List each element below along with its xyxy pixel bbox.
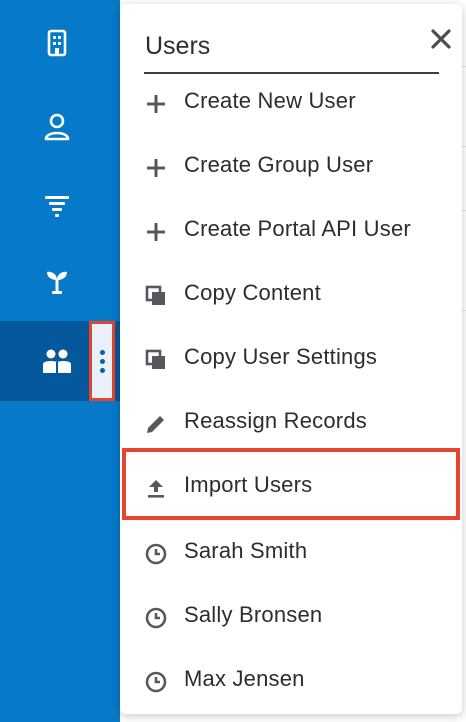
plus-icon bbox=[147, 223, 165, 241]
clock-icon bbox=[145, 607, 167, 629]
menu-item-copy-user-settings[interactable]: Copy User Settings bbox=[120, 328, 462, 392]
menu-item-label: Max Jensen bbox=[184, 666, 305, 691]
menu-item-import-users[interactable]: Import Users bbox=[120, 456, 462, 520]
sidebar bbox=[0, 0, 120, 722]
upload-icon bbox=[148, 480, 164, 498]
sidebar-item-contacts[interactable] bbox=[0, 94, 120, 158]
menu-item-label: Import Users bbox=[184, 472, 313, 497]
plus-icon bbox=[147, 159, 165, 177]
sidebar-item-leads[interactable] bbox=[0, 172, 120, 236]
menu-item-label: Copy Content bbox=[184, 280, 321, 305]
close-button[interactable] bbox=[426, 24, 456, 54]
clock-icon bbox=[145, 671, 167, 693]
kebab-dot bbox=[99, 367, 105, 373]
kebab-menu-button[interactable] bbox=[89, 321, 115, 401]
contact-icon bbox=[44, 113, 70, 141]
kebab-dot bbox=[99, 349, 105, 355]
menu-item-label: Sarah Smith bbox=[184, 538, 308, 563]
sidebar-item-opportunities[interactable] bbox=[0, 248, 120, 312]
sprout-icon bbox=[47, 271, 67, 294]
users-menu: Users Create New User Create Group User … bbox=[120, 4, 462, 714]
menu-item-label: Reassign Records bbox=[184, 408, 367, 433]
menu-item-create-new-user[interactable]: Create New User bbox=[120, 72, 462, 136]
users-icon bbox=[43, 349, 71, 373]
menu-item-label: Create New User bbox=[184, 88, 356, 113]
menu-item-label: Copy User Settings bbox=[184, 344, 378, 369]
clock-icon bbox=[145, 543, 167, 565]
pencil-icon bbox=[147, 416, 164, 433]
sidebar-item-accounts[interactable] bbox=[0, 10, 120, 74]
menu-item-copy-content[interactable]: Copy Content bbox=[120, 264, 462, 328]
menu-title: Users bbox=[145, 32, 211, 60]
menu-item-recent-user[interactable]: Sarah Smith bbox=[120, 522, 462, 586]
copy-icon bbox=[145, 285, 165, 305]
building-icon bbox=[47, 29, 67, 57]
menu-item-label: Create Portal API User bbox=[184, 216, 411, 241]
kebab-dot bbox=[99, 358, 105, 364]
menu-item-recent-user[interactable]: Max Jensen bbox=[120, 650, 462, 714]
menu-item-label: Sally Bronsen bbox=[184, 602, 323, 627]
menu-item-recent-user[interactable]: Sally Bronsen bbox=[120, 586, 462, 650]
copy-icon bbox=[145, 349, 165, 369]
menu-item-create-group-user[interactable]: Create Group User bbox=[120, 136, 462, 200]
close-icon bbox=[431, 29, 451, 49]
menu-item-reassign-records[interactable]: Reassign Records bbox=[120, 392, 462, 456]
menu-item-create-portal-api-user[interactable]: Create Portal API User bbox=[120, 200, 462, 264]
menu-item-label: Create Group User bbox=[184, 152, 374, 177]
funnel-icon bbox=[45, 196, 69, 217]
plus-icon bbox=[147, 95, 165, 113]
